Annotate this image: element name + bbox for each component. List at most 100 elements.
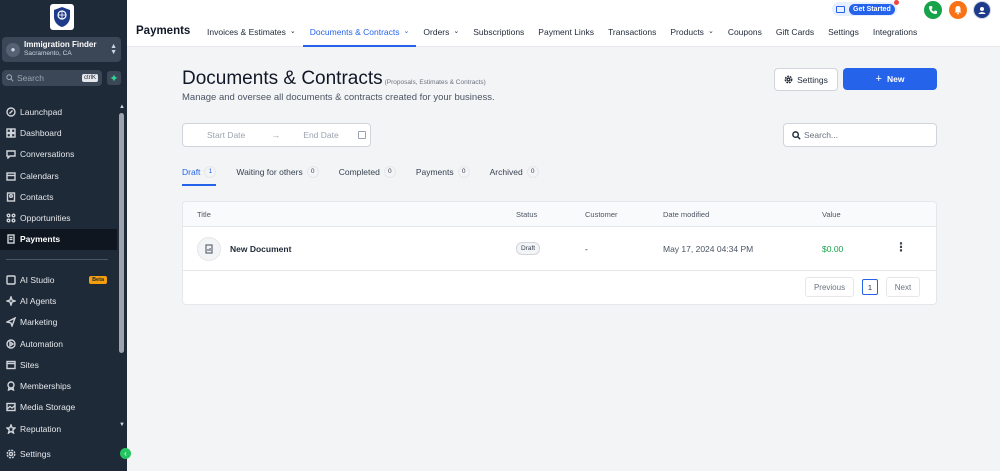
column-customer[interactable]: Customer: [585, 210, 618, 219]
tab-label: Waiting for others: [236, 167, 303, 177]
account-location: Sacramento, CA: [24, 50, 72, 58]
tab-label: Draft: [182, 167, 201, 177]
sidebar-settings: Settings: [0, 443, 117, 464]
page-subtitle: Manage and oversee all documents & contr…: [182, 92, 495, 103]
page-title-note: (Proposals, Estimates & Contracts): [384, 79, 486, 86]
sidebar-item-reputation[interactable]: Reputation: [0, 418, 117, 439]
sidebar-item-ai-agents[interactable]: AI Agents: [0, 290, 117, 311]
previous-page-button[interactable]: Previous: [805, 277, 854, 297]
chevron-down-icon: ⌄: [289, 28, 296, 35]
sidebar-scrollbar[interactable]: [119, 113, 124, 353]
quick-action-icon[interactable]: ✦: [107, 71, 121, 85]
tab-label: Coupons: [727, 27, 762, 37]
tab-subscriptions[interactable]: Subscriptions: [466, 23, 531, 47]
sidebar-item-payments[interactable]: Payments: [0, 228, 117, 251]
table-header: Title Status Customer Date modified Valu…: [183, 202, 936, 227]
tab-waiting-for-others[interactable]: Waiting for others 0: [236, 163, 319, 186]
tab-payments[interactable]: Payments 0: [416, 163, 470, 186]
sidebar-item-label: Automation: [20, 338, 63, 349]
scroll-up-arrow[interactable]: ▲: [119, 104, 125, 110]
chevron-down-icon: ⌄: [453, 28, 460, 35]
sidebar-item-conversations[interactable]: Conversations: [0, 144, 117, 165]
sidebar-search[interactable]: Search ctrlK: [2, 70, 102, 86]
chevron-down-icon: ⌄: [403, 28, 410, 35]
tab-archived[interactable]: Archived 0: [490, 163, 539, 186]
account-switcher[interactable]: ● Immigration Finder Sacramento, CA ▲ ▼: [2, 37, 121, 62]
tab-orders[interactable]: Orders ⌄: [416, 23, 466, 47]
account-name: Immigration Finder: [24, 40, 97, 50]
document-value: $0.00: [822, 244, 844, 254]
sidebar-item-opportunities[interactable]: Opportunities: [0, 207, 117, 228]
document-search-input[interactable]: Search...: [783, 123, 937, 147]
sidebar-item-label: Contacts: [20, 191, 54, 202]
user-avatar[interactable]: [973, 1, 991, 19]
sidebar-item-settings[interactable]: Settings: [0, 443, 117, 464]
tab-transactions[interactable]: Transactions: [601, 23, 663, 47]
sidebar-item-label: Marketing: [20, 317, 58, 328]
tab-invoices-estimates[interactable]: Invoices & Estimates ⌄: [200, 23, 303, 47]
company-logo[interactable]: [50, 4, 74, 30]
page-number-button[interactable]: 1: [862, 279, 878, 295]
document-title[interactable]: New Document: [230, 244, 291, 254]
document-customer: -: [585, 244, 588, 254]
avatar-icon: [978, 7, 986, 14]
section-title: Payments: [136, 25, 191, 37]
sidebar-item-memberships[interactable]: Memberships: [0, 375, 117, 396]
sites-icon: [6, 360, 16, 370]
tab-gift-cards[interactable]: Gift Cards: [769, 23, 821, 47]
sidebar-item-label: Settings: [20, 448, 51, 459]
sidebar-item-label: Reputation: [20, 423, 62, 434]
sidebar-item-marketing[interactable]: Marketing: [0, 312, 117, 333]
column-status[interactable]: Status: [516, 210, 537, 219]
sidebar-item-label: Media Storage: [20, 402, 76, 413]
sidebar-item-media-storage[interactable]: Media Storage: [0, 397, 117, 418]
tab-documents-contracts[interactable]: Documents & Contracts ⌄: [302, 23, 417, 47]
tab-products[interactable]: Products ⌄: [663, 23, 720, 47]
sidebar-item-sites[interactable]: Sites: [0, 354, 117, 375]
phone-button[interactable]: [924, 1, 942, 19]
end-date-field[interactable]: End Date: [303, 130, 338, 140]
tab-label: Subscriptions: [473, 27, 525, 37]
tab-coupons[interactable]: Coupons: [721, 23, 769, 47]
search-placeholder: Search...: [804, 130, 839, 140]
status-badge: Draft: [516, 242, 541, 255]
gear-icon: [784, 75, 793, 84]
date-range-picker[interactable]: Start Date → End Date: [182, 123, 371, 147]
sidebar-item-label: AI Agents: [20, 295, 57, 306]
tab-label: Documents & Contracts: [309, 27, 400, 37]
get-started-widget[interactable]: Get Started: [832, 0, 899, 16]
more-options-icon[interactable]: ⋮: [895, 241, 907, 253]
scroll-down-arrow[interactable]: ▼: [119, 422, 125, 428]
sidebar-item-automation[interactable]: Automation: [0, 333, 117, 354]
tab-payment-links[interactable]: Payment Links: [531, 23, 601, 47]
column-date-modified[interactable]: Date modified: [663, 210, 709, 219]
tab-label: Archived: [489, 167, 523, 177]
notifications-button[interactable]: [949, 1, 967, 19]
tab-settings[interactable]: Settings: [821, 23, 866, 47]
next-page-button[interactable]: Next: [886, 277, 920, 297]
star-icon: [6, 423, 16, 434]
tab-label: Completed: [338, 167, 380, 177]
sidebar-item-launchpad[interactable]: Launchpad: [0, 101, 117, 122]
sidebar-item-dashboard[interactable]: Dashboard: [0, 122, 117, 143]
gear-icon: [6, 449, 16, 459]
sidebar-item-contacts[interactable]: Contacts: [0, 186, 117, 207]
settings-button[interactable]: Settings: [774, 68, 838, 91]
collapse-sidebar-icon[interactable]: ‹: [120, 448, 131, 459]
column-value[interactable]: Value: [822, 210, 841, 219]
tab-completed[interactable]: Completed 0: [339, 163, 396, 186]
sidebar-nav-secondary: AI Studio Beta AI Agents Marketing Autom…: [0, 269, 117, 439]
tab-integrations[interactable]: Integrations: [866, 23, 924, 47]
opportunities-icon: [6, 213, 16, 223]
column-title[interactable]: Title: [197, 210, 211, 219]
start-date-field[interactable]: Start Date: [207, 130, 245, 140]
arrow-right-icon: →: [271, 130, 281, 140]
sidebar-item-calendars[interactable]: Calendars: [0, 165, 117, 186]
count-badge: 0: [383, 166, 396, 178]
table-row[interactable]: New Document Draft - May 17, 2024 04:34 …: [183, 228, 936, 271]
tab-draft[interactable]: Draft 1: [182, 163, 217, 186]
new-document-button[interactable]: + New: [843, 68, 937, 90]
sidebar-item-ai-studio[interactable]: AI Studio Beta: [0, 269, 117, 290]
sidebar-item-label: Sites: [20, 359, 39, 370]
get-started-button[interactable]: Get Started: [849, 3, 895, 15]
